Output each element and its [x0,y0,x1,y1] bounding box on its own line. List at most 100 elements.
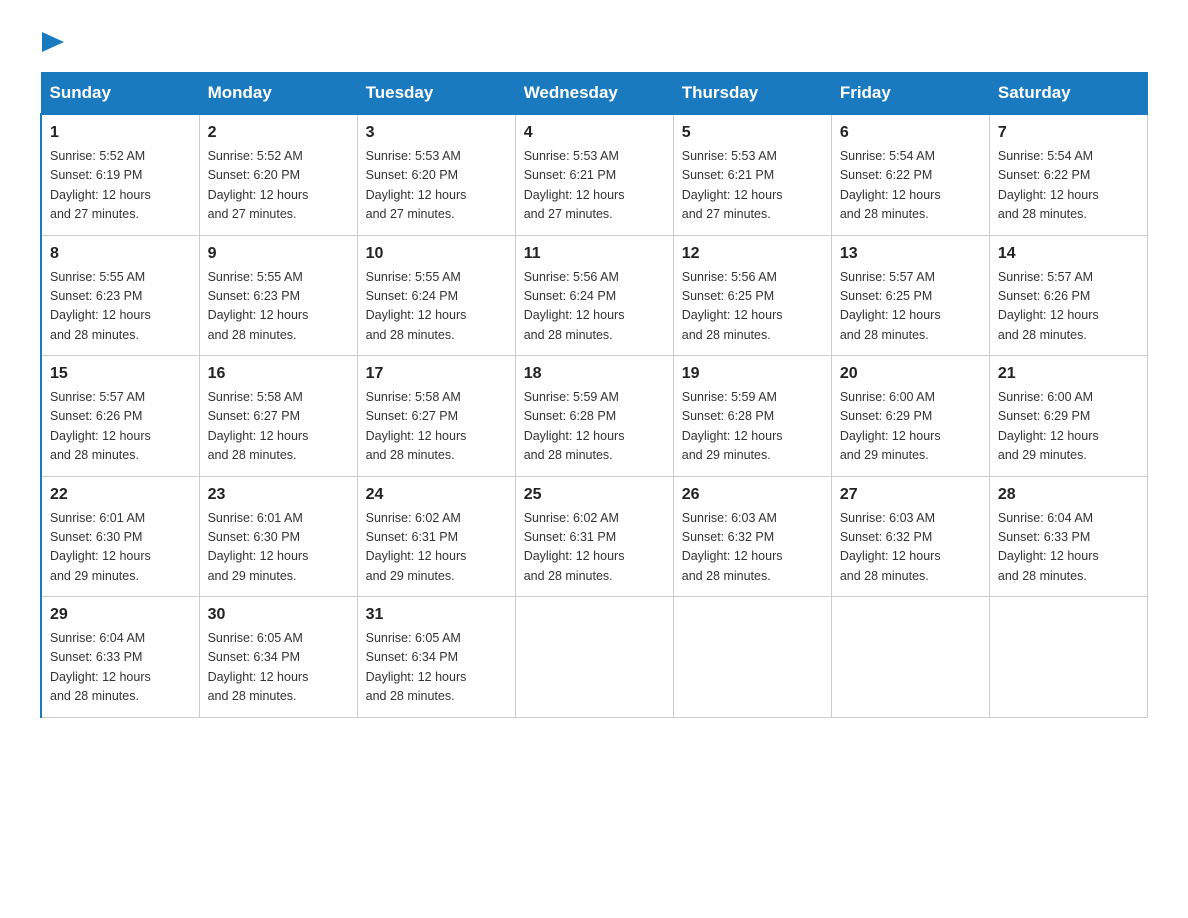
day-info: Sunrise: 5:57 AMSunset: 6:26 PMDaylight:… [998,270,1099,342]
day-number: 6 [840,121,981,145]
calendar-week-1: 1 Sunrise: 5:52 AMSunset: 6:19 PMDayligh… [41,114,1148,235]
day-info: Sunrise: 6:05 AMSunset: 6:34 PMDaylight:… [208,631,309,703]
header-friday: Friday [831,73,989,115]
day-info: Sunrise: 5:54 AMSunset: 6:22 PMDaylight:… [840,149,941,221]
day-number: 25 [524,483,665,507]
calendar-week-3: 15 Sunrise: 5:57 AMSunset: 6:26 PMDaylig… [41,356,1148,477]
calendar-header: SundayMondayTuesdayWednesdayThursdayFrid… [41,73,1148,115]
calendar-body: 1 Sunrise: 5:52 AMSunset: 6:19 PMDayligh… [41,114,1148,717]
day-number: 11 [524,242,665,266]
day-info: Sunrise: 6:05 AMSunset: 6:34 PMDaylight:… [366,631,467,703]
header-saturday: Saturday [989,73,1147,115]
header-tuesday: Tuesday [357,73,515,115]
calendar-cell: 23 Sunrise: 6:01 AMSunset: 6:30 PMDaylig… [199,476,357,597]
calendar-cell: 2 Sunrise: 5:52 AMSunset: 6:20 PMDayligh… [199,114,357,235]
calendar-cell: 18 Sunrise: 5:59 AMSunset: 6:28 PMDaylig… [515,356,673,477]
day-info: Sunrise: 5:58 AMSunset: 6:27 PMDaylight:… [208,390,309,462]
calendar-week-2: 8 Sunrise: 5:55 AMSunset: 6:23 PMDayligh… [41,235,1148,356]
day-number: 16 [208,362,349,386]
header-row: SundayMondayTuesdayWednesdayThursdayFrid… [41,73,1148,115]
day-number: 8 [50,242,191,266]
calendar-cell: 4 Sunrise: 5:53 AMSunset: 6:21 PMDayligh… [515,114,673,235]
calendar-cell: 12 Sunrise: 5:56 AMSunset: 6:25 PMDaylig… [673,235,831,356]
calendar-cell: 17 Sunrise: 5:58 AMSunset: 6:27 PMDaylig… [357,356,515,477]
calendar-cell [989,597,1147,718]
day-number: 23 [208,483,349,507]
day-number: 15 [50,362,191,386]
calendar-week-4: 22 Sunrise: 6:01 AMSunset: 6:30 PMDaylig… [41,476,1148,597]
day-info: Sunrise: 6:02 AMSunset: 6:31 PMDaylight:… [524,511,625,583]
calendar-table: SundayMondayTuesdayWednesdayThursdayFrid… [40,72,1148,718]
day-number: 14 [998,242,1139,266]
calendar-cell: 16 Sunrise: 5:58 AMSunset: 6:27 PMDaylig… [199,356,357,477]
day-number: 20 [840,362,981,386]
day-number: 4 [524,121,665,145]
day-number: 31 [366,603,507,627]
logo [40,30,64,52]
day-number: 18 [524,362,665,386]
day-number: 10 [366,242,507,266]
day-number: 9 [208,242,349,266]
calendar-cell [515,597,673,718]
header-wednesday: Wednesday [515,73,673,115]
day-info: Sunrise: 6:00 AMSunset: 6:29 PMDaylight:… [998,390,1099,462]
day-info: Sunrise: 5:55 AMSunset: 6:23 PMDaylight:… [208,270,309,342]
calendar-cell: 25 Sunrise: 6:02 AMSunset: 6:31 PMDaylig… [515,476,673,597]
calendar-cell: 3 Sunrise: 5:53 AMSunset: 6:20 PMDayligh… [357,114,515,235]
day-info: Sunrise: 5:56 AMSunset: 6:24 PMDaylight:… [524,270,625,342]
day-info: Sunrise: 5:53 AMSunset: 6:20 PMDaylight:… [366,149,467,221]
day-info: Sunrise: 5:54 AMSunset: 6:22 PMDaylight:… [998,149,1099,221]
day-info: Sunrise: 6:00 AMSunset: 6:29 PMDaylight:… [840,390,941,462]
header-thursday: Thursday [673,73,831,115]
day-info: Sunrise: 5:57 AMSunset: 6:26 PMDaylight:… [50,390,151,462]
day-info: Sunrise: 6:04 AMSunset: 6:33 PMDaylight:… [998,511,1099,583]
calendar-cell: 5 Sunrise: 5:53 AMSunset: 6:21 PMDayligh… [673,114,831,235]
calendar-cell: 14 Sunrise: 5:57 AMSunset: 6:26 PMDaylig… [989,235,1147,356]
calendar-cell: 6 Sunrise: 5:54 AMSunset: 6:22 PMDayligh… [831,114,989,235]
day-number: 29 [50,603,191,627]
day-number: 7 [998,121,1139,145]
calendar-cell: 19 Sunrise: 5:59 AMSunset: 6:28 PMDaylig… [673,356,831,477]
calendar-cell: 8 Sunrise: 5:55 AMSunset: 6:23 PMDayligh… [41,235,199,356]
day-info: Sunrise: 6:04 AMSunset: 6:33 PMDaylight:… [50,631,151,703]
day-info: Sunrise: 5:53 AMSunset: 6:21 PMDaylight:… [524,149,625,221]
day-info: Sunrise: 6:03 AMSunset: 6:32 PMDaylight:… [840,511,941,583]
logo-triangle-icon [42,32,64,52]
calendar-cell: 1 Sunrise: 5:52 AMSunset: 6:19 PMDayligh… [41,114,199,235]
calendar-cell: 29 Sunrise: 6:04 AMSunset: 6:33 PMDaylig… [41,597,199,718]
day-number: 28 [998,483,1139,507]
day-number: 26 [682,483,823,507]
calendar-cell: 15 Sunrise: 5:57 AMSunset: 6:26 PMDaylig… [41,356,199,477]
header-sunday: Sunday [41,73,199,115]
day-info: Sunrise: 6:02 AMSunset: 6:31 PMDaylight:… [366,511,467,583]
day-number: 13 [840,242,981,266]
day-number: 1 [50,121,191,145]
day-number: 27 [840,483,981,507]
day-number: 5 [682,121,823,145]
day-info: Sunrise: 5:59 AMSunset: 6:28 PMDaylight:… [682,390,783,462]
day-info: Sunrise: 5:52 AMSunset: 6:19 PMDaylight:… [50,149,151,221]
calendar-cell [673,597,831,718]
day-number: 24 [366,483,507,507]
calendar-cell: 30 Sunrise: 6:05 AMSunset: 6:34 PMDaylig… [199,597,357,718]
calendar-cell: 22 Sunrise: 6:01 AMSunset: 6:30 PMDaylig… [41,476,199,597]
day-number: 22 [50,483,191,507]
day-info: Sunrise: 5:57 AMSunset: 6:25 PMDaylight:… [840,270,941,342]
calendar-cell: 27 Sunrise: 6:03 AMSunset: 6:32 PMDaylig… [831,476,989,597]
day-info: Sunrise: 5:58 AMSunset: 6:27 PMDaylight:… [366,390,467,462]
day-number: 17 [366,362,507,386]
calendar-cell: 11 Sunrise: 5:56 AMSunset: 6:24 PMDaylig… [515,235,673,356]
calendar-cell: 13 Sunrise: 5:57 AMSunset: 6:25 PMDaylig… [831,235,989,356]
day-info: Sunrise: 6:03 AMSunset: 6:32 PMDaylight:… [682,511,783,583]
day-info: Sunrise: 5:56 AMSunset: 6:25 PMDaylight:… [682,270,783,342]
calendar-cell: 10 Sunrise: 5:55 AMSunset: 6:24 PMDaylig… [357,235,515,356]
day-info: Sunrise: 6:01 AMSunset: 6:30 PMDaylight:… [208,511,309,583]
day-number: 21 [998,362,1139,386]
page-header [40,30,1148,52]
day-number: 2 [208,121,349,145]
calendar-cell: 7 Sunrise: 5:54 AMSunset: 6:22 PMDayligh… [989,114,1147,235]
day-number: 12 [682,242,823,266]
calendar-cell: 31 Sunrise: 6:05 AMSunset: 6:34 PMDaylig… [357,597,515,718]
day-number: 19 [682,362,823,386]
calendar-cell: 21 Sunrise: 6:00 AMSunset: 6:29 PMDaylig… [989,356,1147,477]
